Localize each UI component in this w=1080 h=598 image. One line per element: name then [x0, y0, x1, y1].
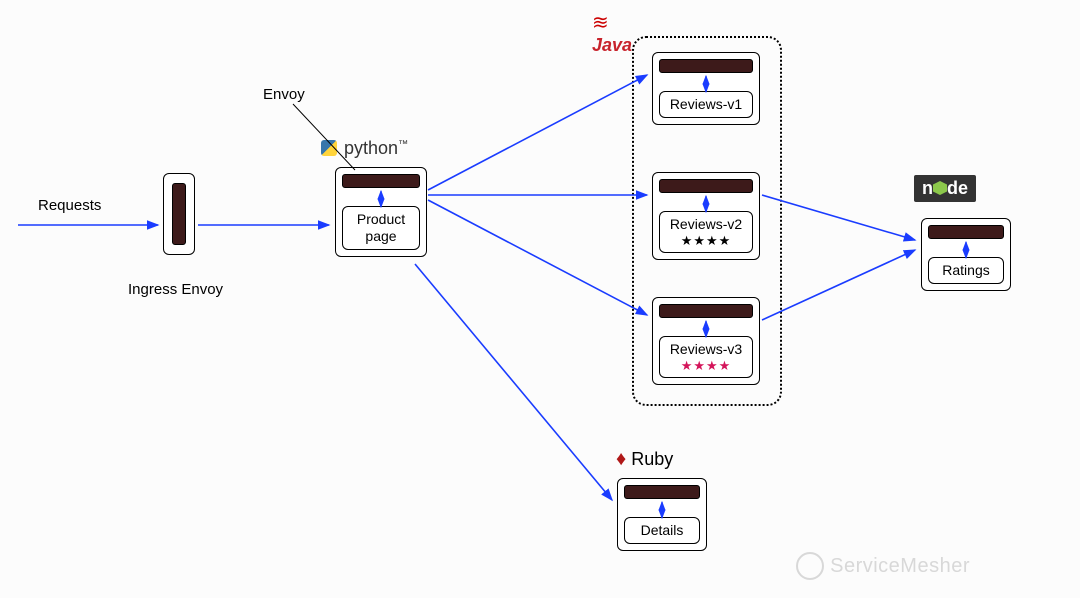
arrows-layer: [0, 0, 1080, 598]
node-logo: nde: [914, 175, 976, 202]
reviews-v1-service: Reviews-v1: [659, 91, 753, 118]
watermark: ServiceMesher: [796, 552, 970, 580]
productpage-service: Productpage: [342, 206, 420, 250]
node-icon: [933, 181, 947, 195]
proxy-bar: [172, 183, 186, 245]
reviews-v3-service: Reviews-v3 ★★★★: [659, 336, 753, 378]
ingress-pod: [163, 173, 195, 255]
proxy-bar: [659, 59, 753, 73]
python-icon: [321, 140, 337, 156]
envoy-label: Envoy: [263, 86, 305, 103]
details-pod: Details: [617, 478, 707, 551]
reviews-v2-service: Reviews-v2 ★★★★: [659, 211, 753, 253]
ruby-logo: ♦ Ruby: [616, 448, 673, 471]
ratings-service: Ratings: [928, 257, 1004, 284]
proxy-bar: [624, 485, 700, 499]
black-stars: ★★★★: [668, 233, 744, 249]
reviews-v1-pod: Reviews-v1: [652, 52, 760, 125]
productpage-pod: Productpage: [335, 167, 427, 257]
details-service: Details: [624, 517, 700, 544]
reviews-v3-pod: Reviews-v3 ★★★★: [652, 297, 760, 385]
java-icon: ≋: [592, 12, 609, 34]
proxy-bar: [659, 304, 753, 318]
python-logo: python™: [321, 138, 408, 159]
proxy-bar: [928, 225, 1004, 239]
ingress-label: Ingress Envoy: [128, 281, 223, 298]
ruby-icon: ♦: [616, 448, 626, 470]
ratings-pod: Ratings: [921, 218, 1011, 291]
java-logo: ≋ Java: [592, 10, 632, 56]
proxy-bar: [659, 179, 753, 193]
reviews-v2-pod: Reviews-v2 ★★★★: [652, 172, 760, 260]
proxy-bar: [342, 174, 420, 188]
requests-label: Requests: [38, 197, 101, 214]
red-stars: ★★★★: [668, 358, 744, 374]
